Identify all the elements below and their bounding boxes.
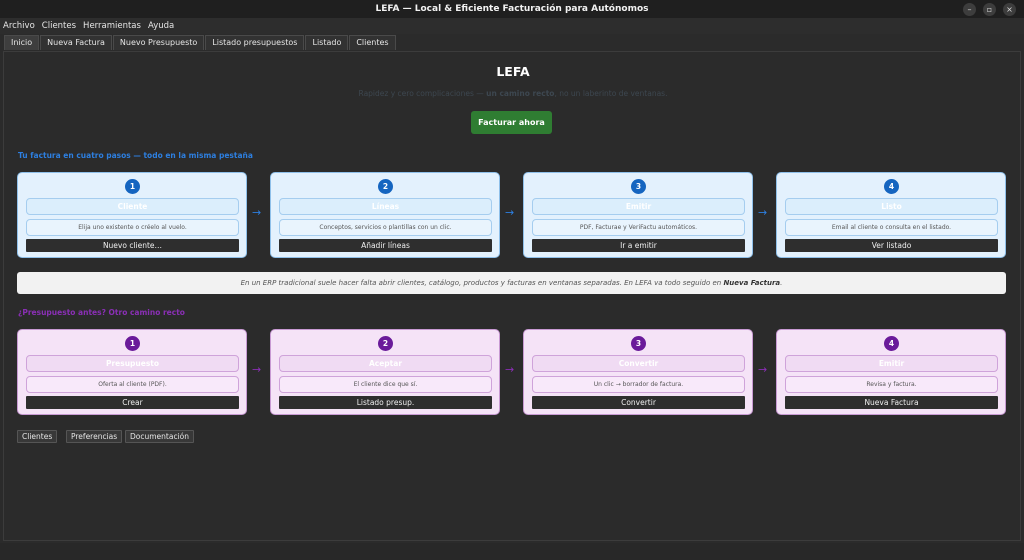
nuevo-cliente-button[interactable]: Nuevo cliente… [26,239,239,252]
step-description: Oferta al cliente (PDF). [26,376,239,393]
info-banner-bold: Nueva Factura [723,279,781,287]
step-title: Convertir [532,355,745,372]
arrow-right-icon: → [252,363,262,376]
step-title: Emitir [532,198,745,215]
invoice-step-card-lineas: 2 Líneas Conceptos, servicios o plantill… [270,172,500,258]
listado-presup-button[interactable]: Listado presup. [279,396,492,409]
window-controls: – ▫ × [963,3,1016,16]
step-title: Cliente [26,198,239,215]
step-title: Aceptar [279,355,492,372]
menu-bar: Archivo Clientes Herramientas Ayuda [0,18,1024,34]
step-description: PDF, Facturae y VeriFactu automáticos. [532,219,745,236]
status-bar [0,543,1024,560]
tagline-bold: un camino recto [486,89,555,98]
step-title: Líneas [279,198,492,215]
info-banner-text: En un ERP tradicional suele hacer falta … [240,279,724,287]
step-description: El cliente dice que sí. [279,376,492,393]
quote-step-card-convertir: 3 Convertir Un clic → borrador de factur… [523,329,753,415]
maximize-icon[interactable]: ▫ [983,3,996,16]
quote-step-card-emitir: 4 Emitir Revisa y factura. Nueva Factura [776,329,1006,415]
ver-listado-button[interactable]: Ver listado [785,239,998,252]
window-titlebar: LEFA — Local & Eficiente Facturación par… [0,0,1024,18]
ir-a-emitir-button[interactable]: Ir a emitir [532,239,745,252]
minimize-icon[interactable]: – [963,3,976,16]
quote-flow-label: ¿Presupuesto antes? Otro camino recto [18,308,185,317]
tab-listado-presupuestos[interactable]: Listado presupuestos [205,35,305,50]
menu-herramientas[interactable]: Herramientas [83,21,141,31]
app-title: LEFA [496,64,530,79]
tagline: Rapidez y cero complicaciones — un camin… [4,89,1022,98]
window-title: LEFA — Local & Eficiente Facturación par… [375,4,649,14]
step-description: Elija uno existente o créelo al vuelo. [26,219,239,236]
anadir-lineas-button[interactable]: Añadir líneas [279,239,492,252]
step-number-badge: 3 [631,179,646,194]
menu-archivo[interactable]: Archivo [3,21,35,31]
step-number-badge: 2 [378,179,393,194]
step-description: Conceptos, servicios o plantillas con un… [279,219,492,236]
tab-inicio[interactable]: Inicio [4,35,40,50]
step-title: Presupuesto [26,355,239,372]
step-number-badge: 1 [125,336,140,351]
step-description: Revisa y factura. [785,376,998,393]
menu-ayuda[interactable]: Ayuda [148,21,174,31]
tab-nueva-factura[interactable]: Nueva Factura [40,35,112,50]
arrow-right-icon: → [252,206,262,219]
invoice-step-card-cliente: 1 Cliente Elija uno existente o créelo a… [17,172,247,258]
invoice-step-card-emitir: 3 Emitir PDF, Facturae y VeriFactu autom… [523,172,753,258]
step-number-badge: 3 [631,336,646,351]
crear-button[interactable]: Crear [26,396,239,409]
invoice-flow-label: Tu factura en cuatro pasos — todo en la … [18,151,253,160]
clientes-button[interactable]: Clientes [17,430,58,443]
arrow-right-icon: → [505,206,515,219]
arrow-right-icon: → [505,363,515,376]
documentacion-button[interactable]: Documentación [125,430,195,443]
convertir-button[interactable]: Convertir [532,396,745,409]
close-icon[interactable]: × [1003,3,1016,16]
home-panel: LEFA Rapidez y cero complicaciones — un … [3,51,1021,541]
step-number-badge: 4 [884,336,899,351]
step-description: Un clic → borrador de factura. [532,376,745,393]
step-title: Emitir [785,355,998,372]
tab-bar: Inicio Nueva Factura Nuevo Presupuesto L… [0,35,1024,51]
tagline-end: , no un laberinto de ventanas. [554,89,668,98]
facturar-ahora-button[interactable]: Facturar ahora [471,111,552,134]
step-description: Email al cliente o consulta en el listad… [785,219,998,236]
tab-clientes[interactable]: Clientes [349,35,396,50]
quote-step-card-aceptar: 2 Aceptar El cliente dice que sí. Listad… [270,329,500,415]
step-number-badge: 1 [125,179,140,194]
step-number-badge: 2 [378,336,393,351]
menu-clientes[interactable]: Clientes [42,21,76,31]
nueva-factura-button[interactable]: Nueva Factura [785,396,998,409]
arrow-right-icon: → [758,206,768,219]
tab-nuevo-presupuesto[interactable]: Nuevo Presupuesto [112,35,205,50]
arrow-right-icon: → [758,363,768,376]
invoice-step-card-listo: 4 Listo Email al cliente o consulta en e… [776,172,1006,258]
info-banner-end: . [780,279,783,287]
tagline-start: Rapidez y cero complicaciones — [358,89,487,98]
step-title: Listo [785,198,998,215]
quote-step-card-presupuesto: 1 Presupuesto Oferta al cliente (PDF). C… [17,329,247,415]
info-banner: En un ERP tradicional suele hacer falta … [17,272,1006,294]
tab-listado[interactable]: Listado [305,35,349,50]
step-number-badge: 4 [884,179,899,194]
preferencias-button[interactable]: Preferencias [66,430,123,443]
